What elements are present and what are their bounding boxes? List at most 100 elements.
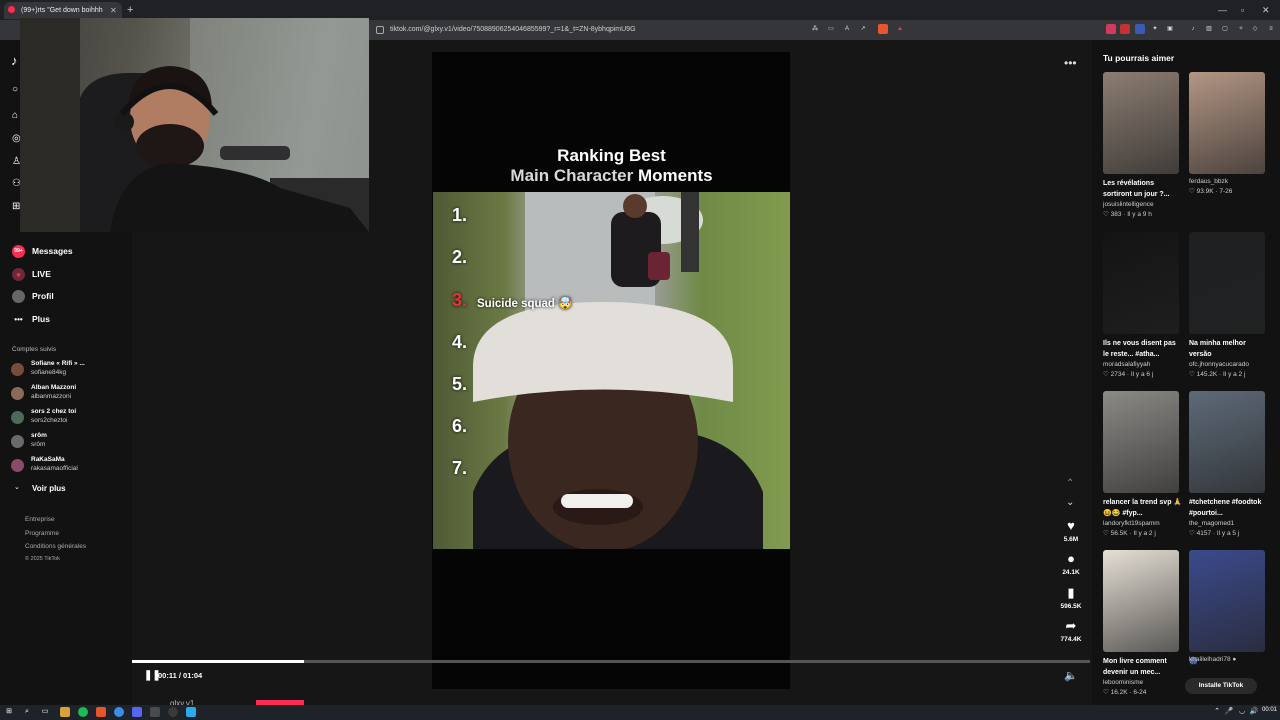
share-count: 774.4K: [1060, 636, 1082, 643]
search-icon[interactable]: ○: [12, 84, 18, 95]
comment-action[interactable]: ● 24.1K: [1056, 551, 1086, 576]
video-author[interactable]: the_magomed1: [1189, 520, 1234, 527]
video-author[interactable]: josuislintelligence: [1103, 201, 1154, 208]
tiktok-logo-icon[interactable]: ♪: [11, 53, 18, 68]
taskbar-search-icon[interactable]: ⌕: [22, 707, 32, 717]
followed-account[interactable]: sors 2 chez toi sors2cheztoi: [8, 407, 128, 429]
read-icon[interactable]: A: [842, 24, 852, 34]
discord-icon[interactable]: [132, 707, 142, 717]
video-author[interactable]: moradsalafiyyah: [1103, 361, 1150, 368]
nav-label: Plus: [32, 314, 50, 324]
telegram-icon[interactable]: [186, 707, 196, 717]
see-more-link[interactable]: Voir plus: [32, 484, 66, 493]
speaker-icon[interactable]: 🔊: [1249, 707, 1259, 717]
window-close-icon[interactable]: ✕: [1262, 2, 1270, 19]
share-page-icon[interactable]: ↗: [858, 24, 868, 34]
live-icon: ●: [12, 268, 25, 281]
webcam-scene: [20, 18, 369, 232]
video-author[interactable]: ofc.jhonnyacucarado: [1189, 361, 1249, 368]
rank-number: 1.: [452, 205, 468, 225]
chevron-down-icon: ⌄: [14, 484, 20, 491]
nav-profile[interactable]: Profil: [8, 287, 54, 305]
followed-account[interactable]: RaKaSaMa rakasamaofficial: [8, 455, 128, 477]
followed-account[interactable]: srôm srôm: [8, 431, 128, 453]
rewards-icon[interactable]: ▲: [895, 24, 905, 34]
url-field[interactable]: tiktok.com/@glxy.v1/video/75088906254046…: [374, 22, 1094, 38]
home-icon[interactable]: ⌂: [12, 110, 18, 121]
video-author[interactable]: khalilelhadri78 ●: [1189, 656, 1236, 663]
copyright: © 2025 TikTok: [25, 556, 60, 562]
account-handle: srôm: [31, 441, 46, 448]
wallet-icon[interactable]: ▣: [1165, 24, 1175, 34]
recommendation-card[interactable]: #tchetchene #foodtok #pourtoi... the_mago…: [1189, 391, 1265, 551]
extension-badge-icon[interactable]: [1120, 24, 1130, 34]
brave-shield-icon[interactable]: [878, 24, 888, 34]
bookmark-page-icon[interactable]: ✧: [1236, 24, 1246, 34]
file-explorer-icon[interactable]: [60, 707, 70, 717]
footer-link[interactable]: Entreprise: [25, 516, 55, 523]
spotify-icon[interactable]: [78, 707, 88, 717]
vpn-icon[interactable]: ◇: [1250, 24, 1260, 34]
obs-icon[interactable]: [168, 707, 178, 717]
recommendation-card[interactable]: Na minha melhor versão ofc.jhonnyacucarad…: [1189, 232, 1265, 392]
minimize-icon[interactable]: —: [1218, 2, 1227, 19]
tab-close-icon[interactable]: ✕: [110, 2, 117, 19]
recommendation-card[interactable]: ferdaus_bbzk ♡ 93.9K · 7-26: [1189, 72, 1265, 232]
browser-tab[interactable]: (99+)rts "Get down boihhh: [4, 2, 122, 19]
recommendation-card[interactable]: Les révélations sortiront un jour ?... jo…: [1103, 72, 1179, 232]
video-author[interactable]: ferdaus_bbzk: [1189, 178, 1228, 185]
video-stats: ♡ 383 · Il y a 9 h: [1103, 211, 1152, 218]
translate-icon[interactable]: ⁂: [810, 24, 820, 34]
bookmark-action[interactable]: ▮ 596.5K: [1056, 585, 1086, 610]
task-view-icon[interactable]: ▭: [40, 707, 50, 717]
next-video-icon[interactable]: ⌄: [1066, 497, 1074, 508]
app-icon[interactable]: [114, 707, 124, 717]
followed-account[interactable]: Alban Mazzoni albanmazzoni: [8, 383, 128, 405]
tray-chevron-icon[interactable]: ⌃: [1212, 707, 1222, 717]
windows-start-icon[interactable]: ⊞: [4, 707, 14, 717]
footer-link[interactable]: Conditions générales: [25, 543, 86, 550]
puzzle-icon[interactable]: ✦: [1150, 24, 1160, 34]
video-author[interactable]: landoryfkt19spamm: [1103, 520, 1160, 527]
recommendation-card[interactable]: Ils ne vous disent pas le reste... #atha…: [1103, 232, 1179, 392]
extension-icon[interactable]: [1106, 24, 1116, 34]
previous-video-icon[interactable]: ⌃: [1066, 478, 1074, 489]
nav-live[interactable]: ● LIVE: [8, 265, 51, 283]
maximize-icon[interactable]: ▫: [1241, 2, 1244, 19]
mic-icon[interactable]: 🎤: [1224, 707, 1234, 717]
rank-number: 4.: [452, 332, 468, 352]
followed-account[interactable]: Sofiane « Rifi » ... sofiane84kg: [8, 359, 128, 381]
nav-more[interactable]: ••• Plus: [8, 310, 50, 328]
wifi-icon[interactable]: ◡: [1237, 707, 1247, 717]
menu-icon[interactable]: ≡: [1266, 24, 1276, 34]
extension-icon[interactable]: [1135, 24, 1145, 34]
brave-icon[interactable]: [96, 707, 106, 717]
avatar: [11, 363, 24, 376]
video-author[interactable]: leboominisme: [1103, 679, 1143, 686]
more-dots-icon: •••: [14, 315, 23, 324]
install-tiktok-button[interactable]: Installe TikTok: [1185, 678, 1257, 694]
app-icon[interactable]: [150, 707, 160, 717]
new-tab-button[interactable]: +: [127, 2, 133, 19]
rank-number: 3.: [452, 290, 468, 310]
video-caption: #tchetchene #foodtok #pourtoi...: [1189, 499, 1262, 517]
tab-icon[interactable]: ▢: [1220, 24, 1230, 34]
rank-number: 6.: [452, 416, 468, 436]
video-thumbnail: [1103, 391, 1179, 493]
screen-icon[interactable]: ▭: [826, 24, 836, 34]
recommendation-card[interactable]: relancer la trend svp 🙏😆😂 #fyp... landory…: [1103, 391, 1182, 551]
music-icon[interactable]: ♪: [1188, 24, 1198, 34]
recommendation-card[interactable]: Mon livre comment devenir un mec... leboo…: [1103, 550, 1179, 710]
sidebar-toggle-icon[interactable]: ▥: [1204, 24, 1214, 34]
bookmark-icon: ▮: [1067, 585, 1075, 600]
nav-messages[interactable]: 99+ Messages: [8, 242, 73, 260]
volume-icon[interactable]: 🔈: [1064, 669, 1078, 682]
more-options-icon[interactable]: •••: [1064, 56, 1077, 70]
video-title-line2: Main Character Moments: [433, 166, 790, 186]
video-thumbnail: [1189, 550, 1265, 652]
like-action[interactable]: ♥ 5.6M: [1056, 518, 1086, 543]
share-action[interactable]: ➦ 774.4K: [1056, 618, 1086, 643]
video-thumbnail: [1189, 72, 1265, 174]
footer-link[interactable]: Programme: [25, 530, 59, 537]
clip-scene: [473, 192, 763, 549]
